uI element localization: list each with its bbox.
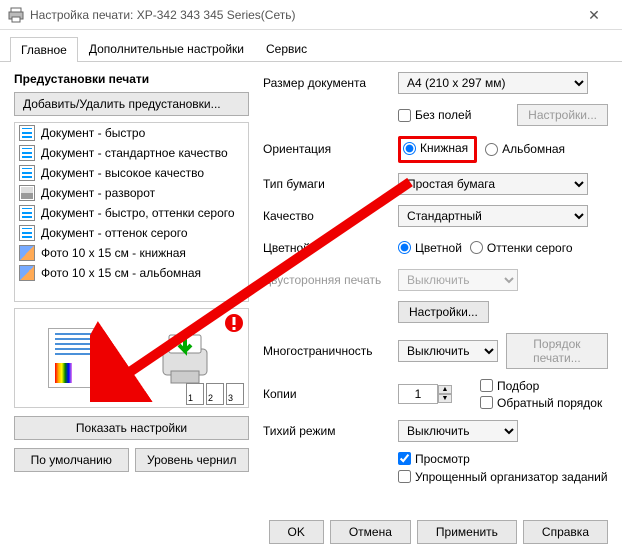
portrait-radio[interactable]: Книжная xyxy=(403,141,468,155)
grayscale-radio[interactable]: Оттенки серого xyxy=(470,241,573,255)
landscape-radio[interactable]: Альбомная xyxy=(485,142,565,156)
collate-checkbox[interactable]: Подбор xyxy=(480,379,602,393)
duplex-settings-button[interactable]: Настройки... xyxy=(398,301,489,323)
page-order-icon: 123 xyxy=(186,383,244,405)
doc-icon xyxy=(19,165,35,181)
preset-item[interactable]: Фото 10 x 15 см - книжная xyxy=(15,243,248,263)
orientation-label: Ориентация xyxy=(263,142,398,156)
photo-icon xyxy=(19,265,35,281)
highlight-annotation: Книжная xyxy=(398,136,477,163)
quiet-mode-select[interactable]: Выключить xyxy=(398,420,518,442)
borderless-checkbox[interactable]: Без полей xyxy=(398,108,471,122)
tab-service[interactable]: Сервис xyxy=(255,36,318,61)
dialog-footer: OK Отмена Применить Справка xyxy=(269,520,609,544)
tab-main[interactable]: Главное xyxy=(10,37,78,62)
paper-type-select[interactable]: Простая бумага xyxy=(398,173,588,195)
apply-button[interactable]: Применить xyxy=(417,520,517,544)
preset-item[interactable]: Документ - стандартное качество xyxy=(15,143,248,163)
duplex-select: Выключить xyxy=(398,269,518,291)
preset-item[interactable]: Документ - оттенок серого xyxy=(15,223,248,243)
multipage-select[interactable]: Выключить xyxy=(398,340,498,362)
preset-item[interactable]: Документ - быстро, оттенки серого xyxy=(15,203,248,223)
add-remove-presets-button[interactable]: Добавить/Удалить предустановки... xyxy=(14,92,249,116)
copies-spinner[interactable]: ▲▼ xyxy=(438,385,452,403)
preset-item[interactable]: Документ - высокое качество xyxy=(15,163,248,183)
presets-heading: Предустановки печати xyxy=(14,72,249,86)
color-radio[interactable]: Цветной xyxy=(398,241,462,255)
ink-levels-button[interactable]: Уровень чернил xyxy=(135,448,250,472)
preset-item[interactable]: Документ - быстро xyxy=(15,123,248,143)
help-button[interactable]: Справка xyxy=(523,520,608,544)
quiet-mode-label: Тихий режим xyxy=(263,424,398,438)
close-button[interactable]: ✕ xyxy=(574,1,614,29)
doc-size-select[interactable]: A4 (210 x 297 мм) xyxy=(398,72,588,94)
reverse-checkbox[interactable]: Обратный порядок xyxy=(480,396,602,410)
show-settings-button[interactable]: Показать настройки xyxy=(14,416,249,440)
preview-checkbox[interactable]: Просмотр xyxy=(398,452,470,466)
preset-item[interactable]: Документ - разворот xyxy=(15,183,248,203)
ok-button[interactable]: OK xyxy=(269,520,324,544)
copies-input[interactable]: 1 xyxy=(398,384,438,404)
doc-size-label: Размер документа xyxy=(263,76,398,90)
paper-type-label: Тип бумаги xyxy=(263,177,398,191)
preset-item[interactable]: Фото 10 x 15 см - альбомная xyxy=(15,263,248,283)
tab-strip: Главное Дополнительные настройки Сервис xyxy=(0,30,622,62)
doc-icon xyxy=(19,205,35,221)
warning-icon xyxy=(224,313,244,333)
preset-list[interactable]: Документ - быстро Документ - стандартное… xyxy=(14,122,249,302)
color-label: Цветной xyxy=(263,241,398,255)
duplex-label: Двусторонняя печать xyxy=(263,273,398,287)
copies-label: Копии xyxy=(263,387,398,401)
title-bar: Настройка печати: XP-342 343 345 Series(… xyxy=(0,0,622,30)
window-title: Настройка печати: XP-342 343 345 Series(… xyxy=(30,8,574,22)
printer-preview-icon xyxy=(155,331,215,386)
preview-page-icon xyxy=(48,328,98,388)
borderless-settings-button: Настройки... xyxy=(517,104,608,126)
multipage-label: Многостраничность xyxy=(263,344,398,358)
quality-label: Качество xyxy=(263,209,398,223)
tab-additional[interactable]: Дополнительные настройки xyxy=(78,36,255,61)
page-order-button: Порядок печати... xyxy=(506,333,608,369)
cancel-button[interactable]: Отмена xyxy=(330,520,411,544)
doc-icon xyxy=(19,145,35,161)
doc-icon xyxy=(19,125,35,141)
default-button[interactable]: По умолчанию xyxy=(14,448,129,472)
print-preview: 123 xyxy=(14,308,249,408)
simplified-organizer-checkbox[interactable]: Упрощенный организатор заданий xyxy=(398,470,608,484)
doc-icon xyxy=(19,225,35,241)
quality-select[interactable]: Стандартный xyxy=(398,205,588,227)
printer-icon xyxy=(8,7,24,23)
photo-icon xyxy=(19,245,35,261)
doc-spread-icon xyxy=(19,185,35,201)
